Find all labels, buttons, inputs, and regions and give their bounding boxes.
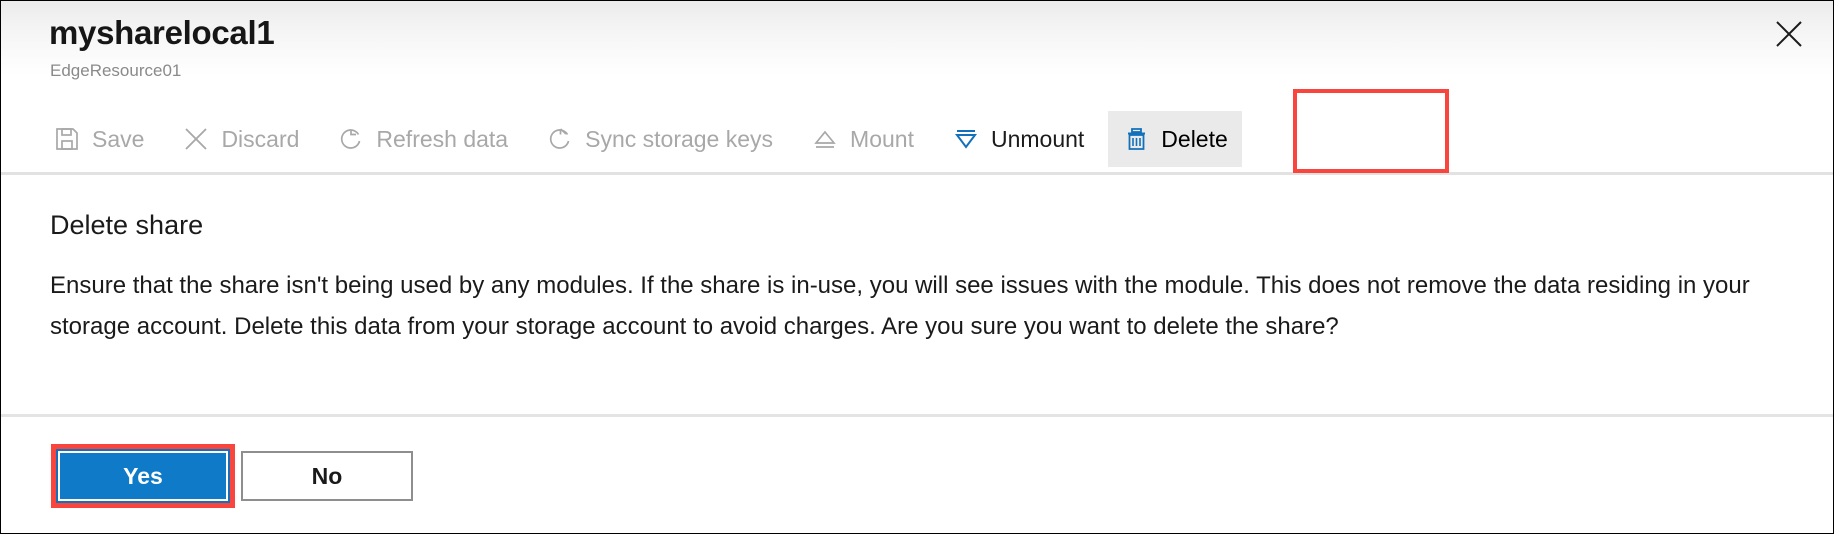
unmount-button-label: Unmount bbox=[990, 125, 1085, 152]
close-button[interactable] bbox=[1767, 13, 1811, 57]
trash-icon bbox=[1122, 125, 1150, 153]
command-toolbar: Save Discard Refresh data Sync storage k… bbox=[1, 104, 1833, 174]
confirm-yes-button[interactable]: Yes bbox=[56, 449, 230, 503]
delete-button[interactable]: Delete bbox=[1108, 111, 1242, 167]
page-title: mysharelocal1 bbox=[49, 14, 275, 51]
unmount-eject-icon bbox=[952, 125, 980, 153]
section-paragraph: Ensure that the share isn't being used b… bbox=[50, 272, 1750, 340]
cancel-no-button[interactable]: No bbox=[241, 451, 413, 501]
save-button[interactable]: Save bbox=[39, 111, 158, 167]
sync-icon bbox=[546, 125, 574, 153]
panel-header: mysharelocal1 EdgeResource01 bbox=[1, 1, 1833, 104]
close-icon bbox=[1774, 19, 1804, 52]
delete-button-label: Delete bbox=[1161, 125, 1228, 152]
mount-button-label: Mount bbox=[850, 125, 914, 152]
mount-button[interactable]: Mount bbox=[797, 111, 928, 167]
save-floppy-icon bbox=[53, 125, 81, 153]
delete-share-panel: mysharelocal1 EdgeResource01 Save Discar… bbox=[0, 0, 1834, 534]
refresh-data-button[interactable]: Refresh data bbox=[323, 111, 522, 167]
save-button-label: Save bbox=[92, 125, 145, 152]
sync-storage-keys-button[interactable]: Sync storage keys bbox=[532, 111, 787, 167]
discard-button[interactable]: Discard bbox=[168, 111, 313, 167]
delete-share-content: Delete share Ensure that the share isn't… bbox=[1, 175, 1833, 414]
section-heading: Delete share bbox=[50, 210, 204, 240]
page-subtitle: EdgeResource01 bbox=[50, 61, 182, 80]
mount-eject-icon bbox=[811, 125, 839, 153]
refresh-data-button-label: Refresh data bbox=[376, 125, 509, 152]
discard-button-label: Discard bbox=[221, 125, 300, 152]
sync-storage-keys-button-label: Sync storage keys bbox=[585, 125, 774, 152]
panel-footer: Yes No bbox=[1, 417, 1833, 533]
unmount-button[interactable]: Unmount bbox=[938, 111, 1098, 167]
refresh-icon bbox=[337, 125, 365, 153]
close-x-icon bbox=[182, 125, 210, 153]
